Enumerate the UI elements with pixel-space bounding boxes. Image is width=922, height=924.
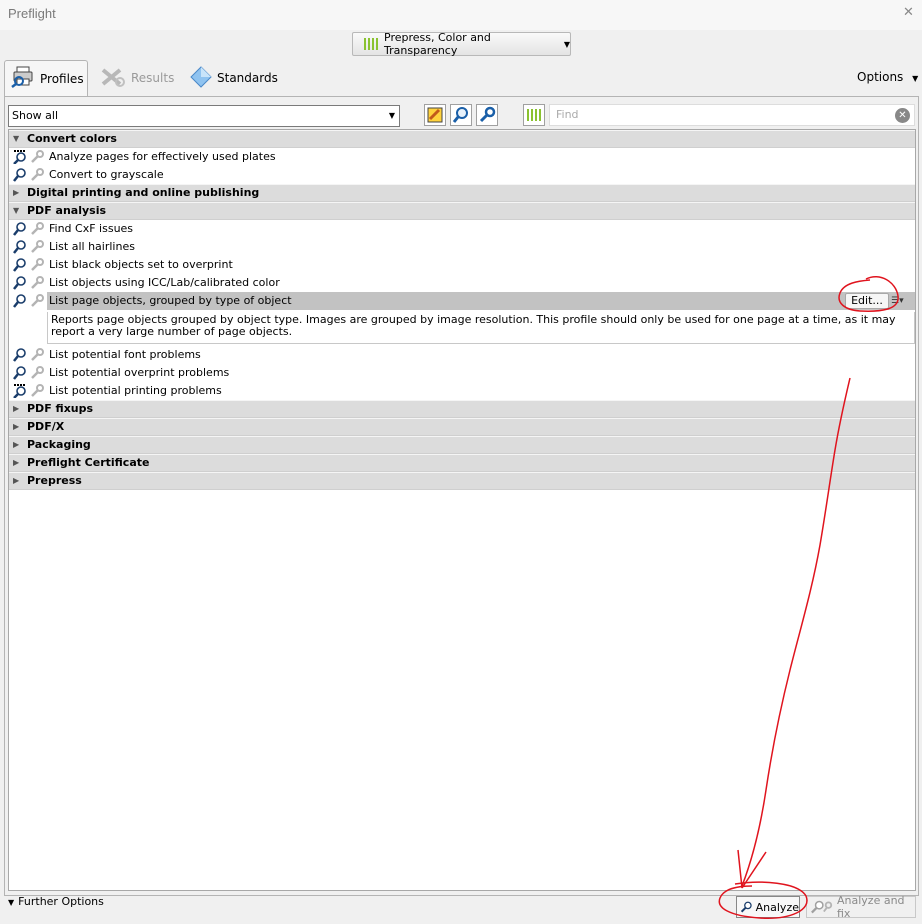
group-row[interactable]: ▶ PDF/X bbox=[9, 418, 915, 436]
analyze-and-fix-button[interactable]: Analyze and fix bbox=[806, 894, 916, 920]
list-item-label: List potential printing problems bbox=[49, 384, 222, 397]
collapsed-arrow-icon: ▶ bbox=[13, 458, 20, 467]
wrench-filter-button[interactable] bbox=[476, 104, 498, 126]
group-row[interactable]: ▶ Preflight Certificate bbox=[9, 454, 915, 472]
library-filter-button[interactable] bbox=[523, 104, 545, 126]
list-item[interactable]: Find CxF issues bbox=[9, 220, 915, 238]
title-bar: Preflight ✕ bbox=[0, 0, 922, 30]
list-item[interactable]: Analyze pages for effectively used plate… bbox=[9, 148, 915, 166]
group-label: PDF fixups bbox=[27, 402, 94, 415]
tab-results-label: Results bbox=[131, 71, 175, 85]
list-item[interactable]: List potential overprint problems bbox=[9, 364, 915, 382]
analyze-label: Analyze bbox=[755, 900, 799, 914]
group-label: Digital printing and online publishing bbox=[27, 186, 260, 199]
expanded-arrow-icon: ▼ bbox=[13, 134, 20, 143]
list-item-label: List all hairlines bbox=[49, 240, 135, 253]
group-row[interactable]: ▼ Convert colors bbox=[9, 130, 915, 148]
filter-select[interactable]: Show all ▼ bbox=[8, 105, 400, 127]
list-item-label: List potential font problems bbox=[49, 348, 201, 361]
window-title: Preflight bbox=[8, 6, 56, 21]
profile-description: Reports page objects grouped by object t… bbox=[47, 312, 915, 344]
group-label: PDF analysis bbox=[27, 204, 107, 217]
group-label: Packaging bbox=[27, 438, 91, 451]
list-item-label: List objects using ICC/Lab/calibrated co… bbox=[49, 276, 280, 289]
tab-standards-label: Standards bbox=[217, 71, 278, 85]
list-item-label: List black objects set to overprint bbox=[49, 258, 233, 271]
list-item-label: Convert to grayscale bbox=[49, 168, 164, 181]
bars-icon bbox=[364, 38, 378, 50]
options-label: Options bbox=[857, 70, 904, 84]
options-menu[interactable]: Options ▼ bbox=[857, 70, 918, 84]
group-row[interactable]: ▼ PDF analysis bbox=[9, 202, 915, 220]
list-item-label: List page objects, grouped by type of ob… bbox=[49, 294, 292, 307]
magnifier-wrench-icon bbox=[811, 900, 833, 914]
chevron-down-icon: ▼ bbox=[563, 39, 570, 49]
expanded-arrow-icon: ▼ bbox=[13, 206, 20, 215]
expanded-arrow-icon: ▼ bbox=[8, 898, 15, 907]
bars-icon bbox=[527, 109, 541, 121]
edit-button[interactable]: Edit... bbox=[845, 293, 889, 309]
chevron-down-icon: ▼ bbox=[912, 74, 919, 83]
analyze-and-fix-label: Analyze and fix bbox=[837, 894, 905, 920]
list-item-selected[interactable]: List page objects, grouped by type of ob… bbox=[9, 292, 915, 310]
list-item-label: List potential overprint problems bbox=[49, 366, 230, 379]
wrench-icon bbox=[479, 106, 496, 123]
collapsed-arrow-icon: ▶ bbox=[13, 476, 20, 485]
check-filter-button[interactable] bbox=[450, 104, 472, 126]
collapsed-arrow-icon: ▶ bbox=[13, 422, 20, 431]
clear-search-icon[interactable]: ✕ bbox=[895, 108, 910, 123]
profile-library-dropdown[interactable]: Prepress, Color and Transparency ▼ bbox=[352, 31, 571, 57]
group-row[interactable]: ▶ Digital printing and online publishing bbox=[9, 184, 915, 202]
profiles-icon bbox=[11, 66, 35, 91]
magnifier-icon bbox=[452, 107, 468, 123]
profile-list: ▼ Convert colors Analyze pages for effec… bbox=[8, 129, 916, 891]
wrench-icon bbox=[30, 294, 44, 314]
list-item[interactable]: List potential font problems bbox=[9, 346, 915, 364]
list-item[interactable]: List objects using ICC/Lab/calibrated co… bbox=[9, 274, 915, 292]
profile-library-label: Prepress, Color and Transparency bbox=[384, 31, 491, 57]
group-label: Prepress bbox=[27, 474, 82, 487]
group-label: Convert colors bbox=[27, 132, 117, 145]
further-options-toggle[interactable]: ▼ Further Options bbox=[8, 895, 104, 908]
tab-results[interactable]: Results bbox=[100, 60, 174, 96]
more-menu-icon[interactable]: ☰▾ bbox=[891, 292, 904, 310]
list-item-label: Find CxF issues bbox=[49, 222, 134, 235]
fixup-filter-button[interactable] bbox=[424, 104, 446, 126]
search-placeholder: Find bbox=[556, 108, 579, 121]
group-row[interactable]: ▶ Packaging bbox=[9, 436, 915, 454]
magnifier-icon bbox=[740, 901, 752, 913]
list-item[interactable]: List all hairlines bbox=[9, 238, 915, 256]
group-label: Preflight Certificate bbox=[27, 456, 150, 469]
list-item[interactable]: List potential printing problems bbox=[9, 382, 915, 400]
results-icon bbox=[100, 66, 126, 91]
filter-selected: Show all bbox=[12, 109, 59, 122]
chevron-down-icon: ▼ bbox=[388, 111, 395, 120]
group-row[interactable]: ▶ PDF fixups bbox=[9, 400, 915, 418]
close-icon[interactable]: ✕ bbox=[903, 5, 914, 20]
collapsed-arrow-icon: ▶ bbox=[13, 404, 20, 413]
group-row[interactable]: ▶ Prepress bbox=[9, 472, 915, 490]
list-item[interactable]: List black objects set to overprint bbox=[9, 256, 915, 274]
list-item-label: Analyze pages for effectively used plate… bbox=[49, 150, 276, 163]
magnifier-icon bbox=[12, 294, 28, 314]
brush-icon bbox=[427, 107, 443, 123]
collapsed-arrow-icon: ▶ bbox=[13, 188, 20, 197]
tab-standards[interactable]: Standards bbox=[190, 60, 278, 96]
list-item[interactable]: Convert to grayscale bbox=[9, 166, 915, 184]
further-options-label: Further Options bbox=[18, 895, 104, 908]
analyze-button[interactable]: Analyze bbox=[736, 896, 800, 918]
tab-profiles[interactable]: Profiles bbox=[4, 60, 88, 96]
collapsed-arrow-icon: ▶ bbox=[13, 440, 20, 449]
search-input[interactable]: Find ✕ bbox=[549, 104, 915, 126]
standards-icon bbox=[190, 65, 212, 91]
group-label: PDF/X bbox=[27, 420, 65, 433]
tab-profiles-label: Profiles bbox=[40, 71, 84, 86]
